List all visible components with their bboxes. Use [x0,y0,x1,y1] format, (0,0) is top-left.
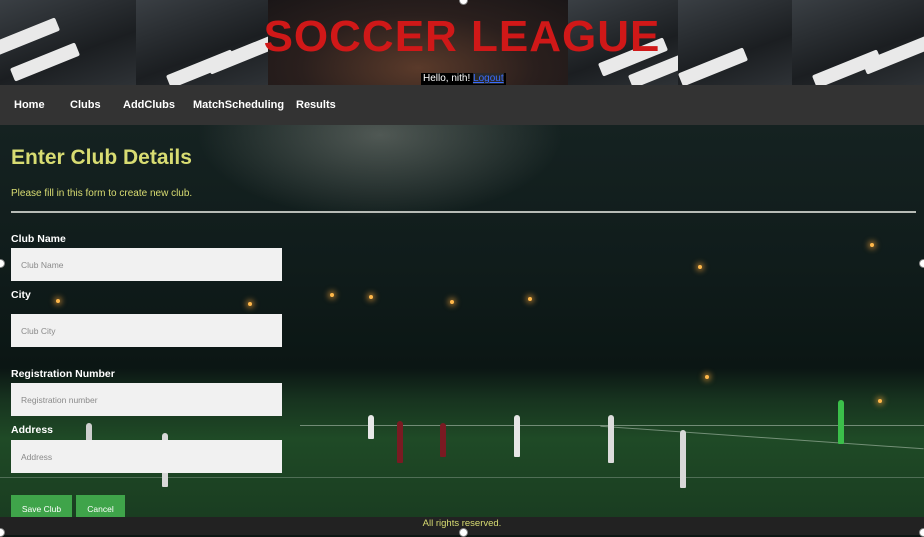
nav-item-home[interactable]: Home [14,85,45,125]
site-title: SOCCER LEAGUE [263,12,661,61]
resize-handle-bottom-left [0,528,5,537]
nav-item-results[interactable]: Results [296,85,336,125]
nav-item-addclubs[interactable]: AddClubs [123,85,175,125]
club-city-input[interactable] [11,314,282,347]
nav-item-matchscheduling[interactable]: MatchScheduling [193,85,284,125]
form-subtitle: Please fill in this form to create new c… [11,188,193,199]
nav-bar: Home Clubs AddClubs MatchScheduling Resu… [0,85,924,125]
city-label: City [11,289,31,301]
club-name-label: Club Name [11,233,66,245]
form-heading: Enter Club Details [11,146,192,169]
resize-handle-bottom [459,528,468,537]
greeting-text: Hello, nith! [423,73,471,84]
club-name-input[interactable] [11,248,282,281]
logout-link[interactable]: Logout [473,73,504,84]
registration-number-input[interactable] [11,383,282,416]
user-greeting: Hello, nith! Logout [421,73,506,85]
address-label: Address [11,424,54,436]
address-input[interactable] [11,440,282,473]
divider [11,211,916,213]
nav-item-clubs[interactable]: Clubs [70,85,101,125]
main-content: Enter Club Details Please fill in this f… [0,125,924,517]
cancel-button[interactable]: Cancel [76,495,125,517]
resize-handle-right [919,259,924,268]
registration-number-label: Registration Number [11,368,115,380]
resize-handle-bottom-right [919,528,924,537]
save-club-button[interactable]: Save Club [11,495,72,517]
header-banner: SOCCER LEAGUE Hello, nith! Logout [0,0,924,85]
